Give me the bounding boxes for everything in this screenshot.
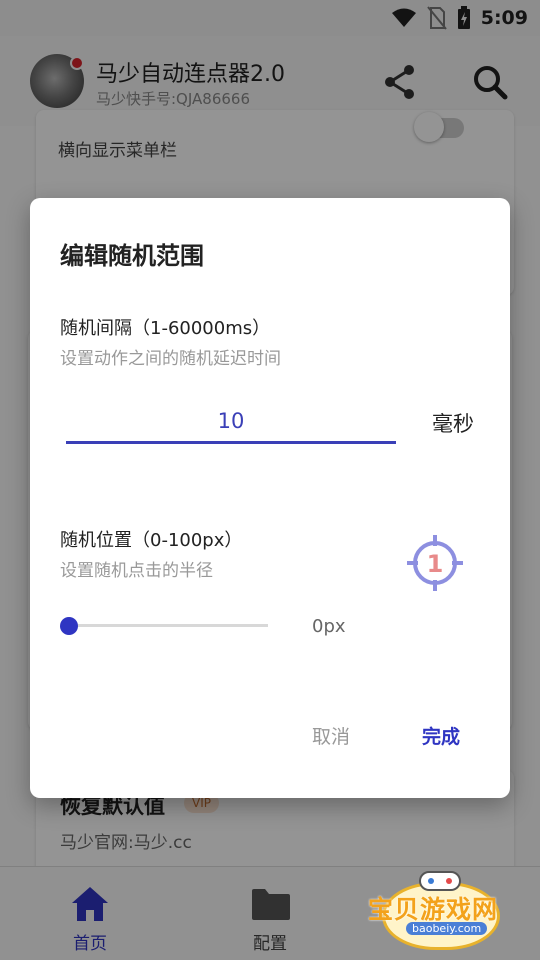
watermark-logo: 宝贝游戏网 baobeiy.com (362, 862, 522, 954)
random-position-slider-track[interactable] (70, 624, 268, 627)
random-position-title: 随机位置（0-100px） (60, 530, 243, 551)
random-interval-subtitle: 设置动作之间的随机延迟时间 (60, 349, 281, 369)
random-position-value: 0px (312, 616, 346, 637)
watermark-url: baobeiy.com (406, 922, 488, 935)
dialog-title: 编辑随机范围 (60, 242, 204, 270)
watermark-text: 宝贝游戏网 (368, 895, 499, 924)
target-number: 1 (427, 550, 444, 578)
cancel-button[interactable]: 取消 (312, 722, 350, 749)
edit-random-range-dialog: 编辑随机范围 随机间隔（1-60000ms） 设置动作之间的随机延迟时间 毫秒 … (30, 198, 510, 798)
done-button[interactable]: 完成 (422, 722, 460, 749)
random-position-subtitle: 设置随机点击的半径 (60, 561, 213, 581)
random-interval-input[interactable] (66, 400, 396, 444)
random-position-slider-thumb[interactable] (60, 617, 78, 635)
target-icon: 1 (406, 534, 464, 592)
random-interval-title: 随机间隔（1-60000ms） (60, 318, 271, 339)
interval-unit-label: 毫秒 (432, 412, 474, 436)
